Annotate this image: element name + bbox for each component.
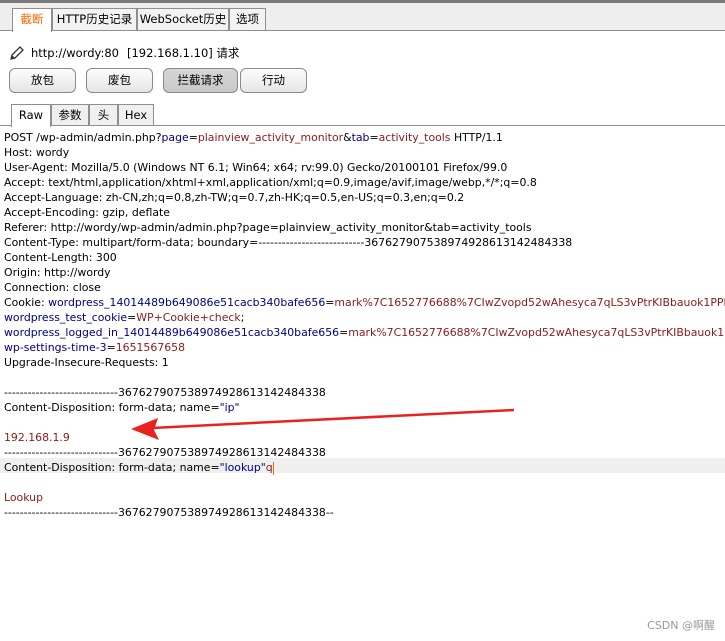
- header-user-agent: User-Agent: Mozilla/5.0 (Windows NT 6.1;…: [4, 161, 508, 174]
- boundary-line: -----------------------------36762790753…: [4, 386, 326, 399]
- disposition-lookup: Content-Disposition: form-data; name="lo…: [4, 461, 274, 475]
- cookie-settings-time: wp-settings-time-3=1651567658: [4, 341, 186, 354]
- header-upgrade: Upgrade-Insecure-Requests: 1: [4, 356, 169, 369]
- request-host: http://wordy:80: [31, 46, 119, 60]
- header-connection: Connection: close: [4, 281, 101, 294]
- request-line: POST /wp-admin/admin.php?page=plainview_…: [4, 131, 503, 144]
- top-border: [0, 0, 725, 3]
- top-tab-bar: 截断 HTTP历史记录 WebSocket历史 选项: [0, 0, 725, 32]
- header-content-length: Content-Length: 300: [4, 251, 117, 264]
- disposition-ip: Content-Disposition: form-data; name="ip…: [4, 401, 240, 414]
- tab-hex[interactable]: Hex: [118, 104, 154, 126]
- request-info: http://wordy:80 [192.168.1.10] 请求: [8, 44, 239, 62]
- header-host: Host: wordy: [4, 146, 70, 159]
- tab-websocket-history[interactable]: WebSocket历史: [137, 8, 229, 31]
- lookup-value: Lookup: [4, 491, 43, 504]
- ip-value: 192.168.1.9: [4, 431, 70, 444]
- forward-button[interactable]: 放包: [9, 68, 76, 93]
- tab-options[interactable]: 选项: [229, 8, 266, 31]
- view-tab-baseline: [0, 125, 725, 126]
- header-cookie: Cookie: wordpress_14014489b649086e51cacb…: [4, 296, 725, 309]
- header-referer: Referer: http://wordy/wp-admin/admin.php…: [4, 221, 532, 234]
- tab-http-history[interactable]: HTTP历史记录: [52, 8, 137, 31]
- pencil-icon[interactable]: [8, 44, 26, 62]
- boundary-end-line: -----------------------------36762790753…: [4, 506, 334, 519]
- boundary-line: -----------------------------36762790753…: [4, 446, 326, 459]
- header-accept: Accept: text/html,application/xhtml+xml,…: [4, 176, 537, 189]
- tab-intercept[interactable]: 截断: [12, 8, 52, 32]
- header-accept-encoding: Accept-Encoding: gzip, deflate: [4, 206, 170, 219]
- top-tab-baseline: [0, 30, 725, 31]
- tab-params[interactable]: 参数: [51, 104, 89, 126]
- tab-headers[interactable]: 头: [89, 104, 118, 126]
- header-accept-language: Accept-Language: zh-CN,zh;q=0.8,zh-TW;q=…: [4, 191, 465, 204]
- tab-raw[interactable]: Raw: [11, 104, 51, 127]
- request-editor[interactable]: POST /wp-admin/admin.php?page=plainview_…: [0, 127, 725, 641]
- watermark: CSDN @啊醒: [647, 619, 715, 632]
- cookie-test: wordpress_test_cookie=WP+Cookie+check;: [4, 311, 245, 324]
- request-ip-label: [192.168.1.10] 请求: [126, 46, 240, 60]
- drop-button[interactable]: 废包: [86, 68, 153, 93]
- view-tab-bar: Raw 参数 头 Hex: [0, 100, 725, 127]
- text-caret: [272, 461, 274, 475]
- header-content-type: Content-Type: multipart/form-data; bound…: [4, 236, 573, 249]
- header-origin: Origin: http://wordy: [4, 266, 111, 279]
- action-button[interactable]: 行动: [240, 68, 307, 93]
- intercept-toggle-button[interactable]: 拦截请求: [163, 68, 238, 93]
- cookie-logged-in: wordpress_logged_in_14014489b649086e51ca…: [4, 326, 725, 339]
